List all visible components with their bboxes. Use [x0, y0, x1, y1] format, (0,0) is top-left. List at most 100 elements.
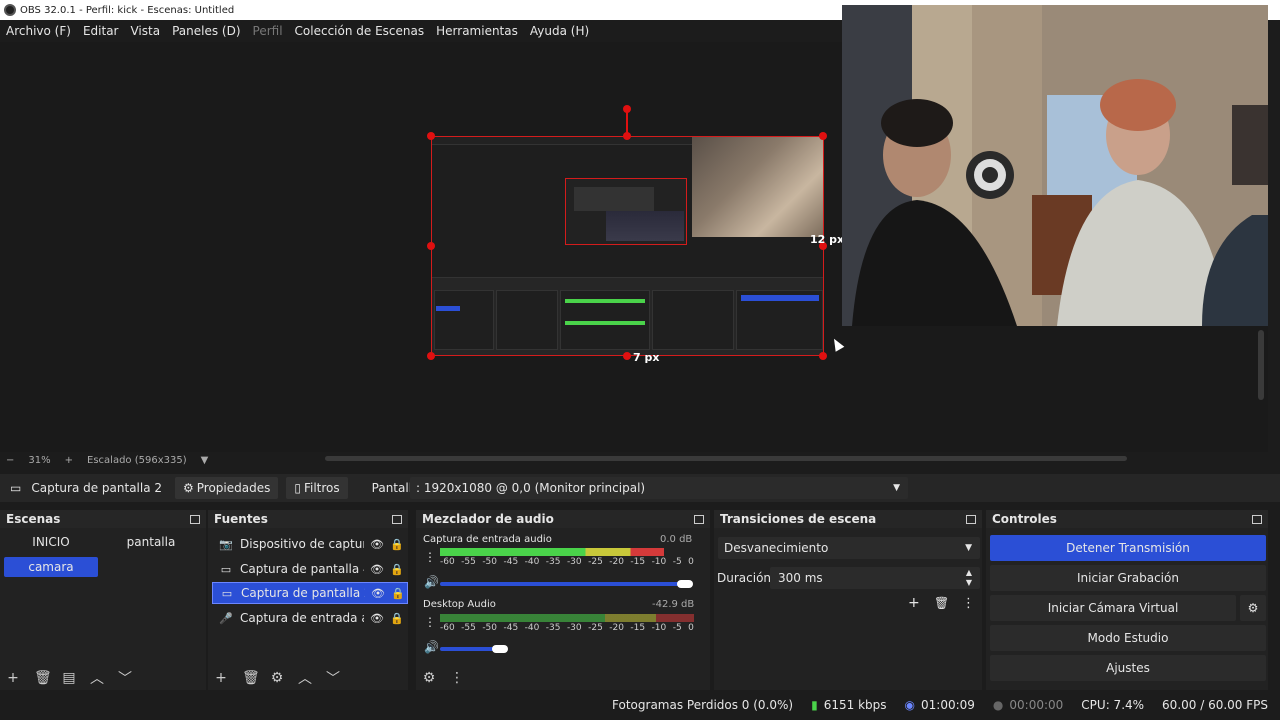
source-item[interactable]: 🎤 Captura de entrada audic 👁 🔒: [212, 607, 408, 629]
gear-icon[interactable]: ⚙: [270, 670, 284, 686]
transition-select-value: Desvanecimiento: [724, 541, 829, 555]
mixer-title: Mezclador de audio: [422, 512, 554, 526]
chevron-down-icon[interactable]: ﹀: [326, 668, 340, 688]
resize-handle-bottom-right[interactable]: [819, 352, 827, 360]
add-source-icon[interactable]: +: [214, 670, 228, 686]
chevron-down-icon: ▼: [965, 543, 972, 553]
menu-paneles[interactable]: Paneles (D): [172, 24, 240, 38]
menu-vista[interactable]: Vista: [130, 24, 160, 38]
properties-button[interactable]: ⚙ Propiedades: [175, 477, 279, 499]
advanced-audio-icon[interactable]: ⚙: [422, 670, 436, 686]
resize-handle-top[interactable]: [623, 132, 631, 140]
broadcast-icon: ◉: [904, 698, 915, 712]
menu-bar: Archivo (F) Editar Vista Paneles (D) Per…: [0, 20, 840, 42]
scene-filter-icon[interactable]: ▤: [62, 670, 76, 686]
eye-icon[interactable]: 👁: [370, 563, 384, 576]
preview-horizontal-scrollbar[interactable]: [325, 456, 1127, 461]
kebab-menu-icon[interactable]: ⋮: [424, 550, 436, 564]
zoom-out-button[interactable]: −: [6, 455, 14, 466]
undock-icon[interactable]: [392, 514, 402, 524]
meter-tick-label: -40: [524, 623, 540, 633]
status-bar: Fotogramas Perdidos 0 (0.0%) ▮ 6151 kbps…: [0, 690, 1280, 720]
trash-icon[interactable]: 🗑: [242, 670, 260, 686]
webcam-source[interactable]: [842, 5, 1268, 326]
filters-button[interactable]: ▯ Filtros: [286, 477, 348, 499]
undock-icon[interactable]: [694, 514, 704, 524]
source-item[interactable]: ▭ Captura de pantalla 4 👁 🔒: [212, 558, 408, 580]
resize-handle-top-right[interactable]: [819, 132, 827, 140]
undock-icon[interactable]: [190, 514, 200, 524]
start-virtual-camera-button[interactable]: Iniciar Cámara Virtual: [990, 595, 1236, 621]
fps-indicator: 60.00 / 60.00 FPS: [1162, 698, 1268, 712]
undock-icon[interactable]: [966, 514, 976, 524]
record-time: ● 00:00:00: [993, 698, 1063, 712]
start-recording-button[interactable]: Iniciar Grabación: [990, 565, 1266, 591]
resize-handle-top-left[interactable]: [427, 132, 435, 140]
lock-icon[interactable]: 🔒: [390, 563, 404, 576]
eye-icon[interactable]: 👁: [370, 612, 384, 625]
transition-select[interactable]: Desvanecimiento ▼: [718, 537, 980, 559]
lock-icon[interactable]: 🔒: [391, 587, 405, 600]
source-item[interactable]: 📷 Dispositivo de captura de 👁 🔒: [212, 533, 408, 555]
window-title: OBS 32.0.1 - Perfil: kick - Escenas: Unt…: [20, 4, 235, 16]
eye-icon[interactable]: 👁: [370, 538, 384, 551]
menu-coleccion-escenas[interactable]: Colección de Escenas: [295, 24, 425, 38]
record-icon: ●: [992, 698, 1004, 712]
resize-handle-left[interactable]: [427, 242, 435, 250]
chevron-down-icon[interactable]: ﹀: [118, 668, 132, 688]
filters-label: Filtros: [303, 481, 340, 495]
meter-tick-label: -5: [672, 557, 682, 567]
kebab-menu-icon[interactable]: ⋮: [450, 670, 464, 686]
scene-item-inicio[interactable]: INICIO: [4, 532, 98, 552]
preview-vertical-scrollbar[interactable]: [1258, 330, 1264, 400]
trash-icon[interactable]: 🗑: [934, 596, 949, 610]
source-item-selected[interactable]: ▭ Captura de pantalla 2 👁 🔒: [212, 582, 408, 604]
kebab-menu-icon[interactable]: ⋮: [424, 615, 436, 629]
chevron-up-icon[interactable]: ︿: [298, 668, 312, 688]
studio-mode-button[interactable]: Modo Estudio: [990, 625, 1266, 651]
sources-dock: Fuentes 📷 Dispositivo de captura de 👁 🔒 …: [208, 510, 408, 690]
lock-icon[interactable]: 🔒: [390, 538, 404, 551]
stop-streaming-button[interactable]: Detener Transmisión: [990, 535, 1266, 561]
zoom-in-button[interactable]: +: [65, 455, 73, 466]
resize-handle-bottom-left[interactable]: [427, 352, 435, 360]
resize-handle-bottom[interactable]: [623, 352, 631, 360]
scene-item-camara[interactable]: camara: [4, 557, 98, 577]
kebab-menu-icon[interactable]: ⋮: [962, 596, 975, 611]
speaker-icon[interactable]: 🔊: [424, 575, 439, 589]
spin-down-icon[interactable]: ▼: [966, 578, 972, 587]
duration-input[interactable]: 300 ms ▲ ▼: [770, 567, 980, 589]
lock-icon[interactable]: 🔒: [390, 612, 404, 625]
record-time-value: 00:00:00: [1009, 698, 1064, 712]
menu-archivo[interactable]: Archivo (F): [6, 24, 71, 38]
rotation-handle[interactable]: [623, 105, 631, 113]
gear-icon[interactable]: ⚙: [1240, 595, 1266, 621]
add-transition-icon[interactable]: +: [908, 595, 920, 611]
volume-slider-knob[interactable]: [677, 580, 693, 588]
volume-slider-knob[interactable]: [492, 645, 508, 653]
chevron-down-icon: ▼: [893, 483, 900, 493]
trash-icon[interactable]: 🗑: [34, 670, 52, 686]
speaker-icon[interactable]: 🔊: [424, 640, 439, 654]
menu-perfil[interactable]: Perfil: [253, 24, 283, 38]
screen-select[interactable]: : 1920x1080 @ 0,0 (Monitor principal) ▼: [410, 477, 908, 499]
spin-up-icon[interactable]: ▲: [966, 568, 972, 577]
undock-icon[interactable]: [1252, 514, 1262, 524]
menu-ayuda[interactable]: Ayuda (H): [530, 24, 589, 38]
properties-label: Propiedades: [196, 481, 271, 495]
chevron-up-icon[interactable]: ︿: [90, 668, 104, 688]
screen-capture-source[interactable]: [431, 136, 824, 356]
settings-button[interactable]: Ajustes: [990, 655, 1266, 681]
scene-item-pantalla[interactable]: pantalla: [104, 532, 198, 552]
menu-herramientas[interactable]: Herramientas: [436, 24, 518, 38]
menu-editar[interactable]: Editar: [83, 24, 119, 38]
scenes-toolbar: + 🗑 ▤ ︿ ﹀: [0, 666, 206, 690]
sources-toolbar: + 🗑 ⚙ ︿ ﹀: [208, 666, 408, 690]
meter-tick-label: -50: [482, 557, 498, 567]
eye-icon[interactable]: 👁: [371, 587, 385, 600]
chevron-down-icon[interactable]: ▼: [201, 455, 209, 466]
add-scene-icon[interactable]: +: [6, 670, 20, 686]
meter-tick-label: -10: [651, 557, 667, 567]
volume-slider[interactable]: [440, 582, 689, 586]
meter-ticks: -60 -55 -50 -45 -40 -35 -30 -25 -20 -15 -10 -5 0: [440, 557, 694, 567]
